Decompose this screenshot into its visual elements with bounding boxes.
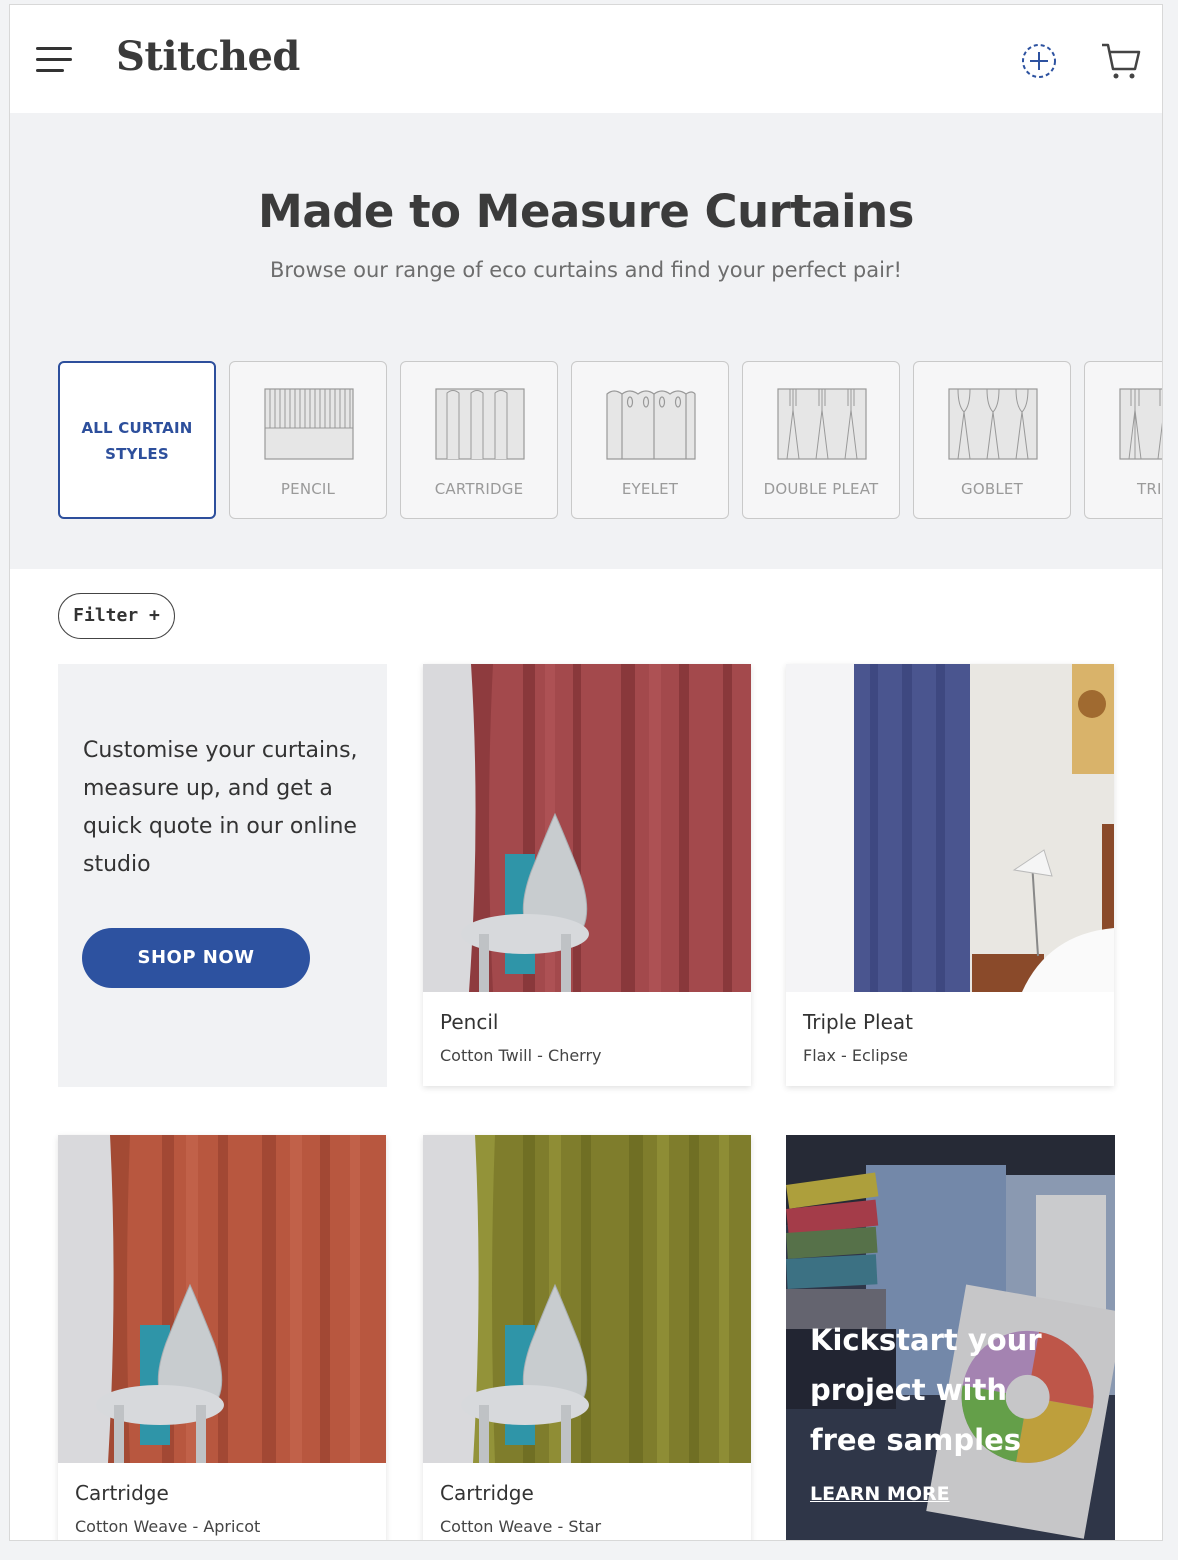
- style-tile-label: GOBLET: [961, 480, 1023, 498]
- cart-icon[interactable]: [1098, 39, 1142, 83]
- product-fabric: Cotton Weave - Apricot: [75, 1517, 261, 1536]
- samples-headline: Kickstart your project with free samples: [810, 1323, 1042, 1457]
- page-title: Made to Measure Curtains: [258, 185, 914, 238]
- product-fabric: Cotton Weave - Star: [440, 1517, 602, 1536]
- product-fabric: Flax - Eclipse: [803, 1046, 908, 1065]
- logo[interactable]: Stitched: [116, 33, 300, 80]
- style-tile-goblet[interactable]: GOBLET: [913, 361, 1071, 519]
- add-circle-icon[interactable]: [1019, 41, 1059, 81]
- product-card[interactable]: Cartridge Cotton Weave - Apricot: [58, 1135, 386, 1540]
- cartridge-pleat-icon: [435, 388, 525, 460]
- style-tile-label: DOUBLE PLEAT: [763, 480, 879, 498]
- product-image: [423, 664, 751, 992]
- style-tile-eyelet[interactable]: EYELET: [571, 361, 729, 519]
- product-title: Pencil: [440, 1010, 499, 1034]
- hero-section: Made to Measure Curtains Browse our rang…: [10, 113, 1162, 569]
- style-tile-double-pleat[interactable]: DOUBLE PLEAT: [742, 361, 900, 519]
- double-pleat-icon: [777, 388, 867, 460]
- style-tile-cartridge[interactable]: CARTRIDGE: [400, 361, 558, 519]
- product-card[interactable]: Triple Pleat Flax - Eclipse: [786, 664, 1114, 1086]
- style-tile-all[interactable]: ALL CURTAIN STYLES: [58, 361, 216, 519]
- product-card[interactable]: Cartridge Cotton Weave - Star: [423, 1135, 751, 1540]
- shop-now-button[interactable]: SHOP NOW: [82, 928, 310, 988]
- style-tile-label: TRIPLE: [1136, 480, 1162, 498]
- product-title: Triple Pleat: [803, 1010, 913, 1034]
- style-tile-label: CARTRIDGE: [434, 480, 524, 498]
- pencil-pleat-icon: [264, 388, 354, 460]
- product-image: [58, 1135, 386, 1463]
- site-header: Stitched: [10, 5, 1162, 113]
- free-samples-card[interactable]: Kickstart your project with free samples…: [786, 1135, 1115, 1540]
- style-tile-label: EYELET: [621, 480, 679, 498]
- filter-button[interactable]: Filter +: [58, 593, 175, 639]
- style-tile-triple[interactable]: TRIPLE: [1084, 361, 1162, 519]
- learn-more-link[interactable]: LEARN MORE: [810, 1483, 950, 1505]
- curtain-style-selector: ALL CURTAIN STYLES PENCIL CARTRIDGE EYEL…: [58, 361, 1162, 521]
- style-tile-pencil[interactable]: PENCIL: [229, 361, 387, 519]
- product-title: Cartridge: [440, 1481, 534, 1505]
- product-image: [423, 1135, 751, 1463]
- page-subtitle: Browse our range of eco curtains and fin…: [270, 258, 902, 282]
- page-frame: Stitched Made to Measure Curtains Browse…: [9, 4, 1163, 1541]
- product-card[interactable]: Pencil Cotton Twill - Cherry: [423, 664, 751, 1086]
- product-title: Cartridge: [75, 1481, 169, 1505]
- eyelet-icon: [606, 390, 696, 460]
- promo-text: Customise your curtains, measure up, and…: [83, 738, 358, 877]
- studio-promo-card: Customise your curtains, measure up, and…: [58, 664, 387, 1087]
- style-tile-label: PENCIL: [280, 480, 336, 498]
- product-fabric: Cotton Twill - Cherry: [440, 1046, 602, 1065]
- style-tile-label: ALL CURTAIN STYLES: [81, 419, 193, 463]
- menu-icon[interactable]: [36, 47, 72, 73]
- triple-pleat-icon: [1119, 388, 1162, 460]
- product-image: [786, 664, 1114, 992]
- goblet-pleat-icon: [948, 388, 1038, 460]
